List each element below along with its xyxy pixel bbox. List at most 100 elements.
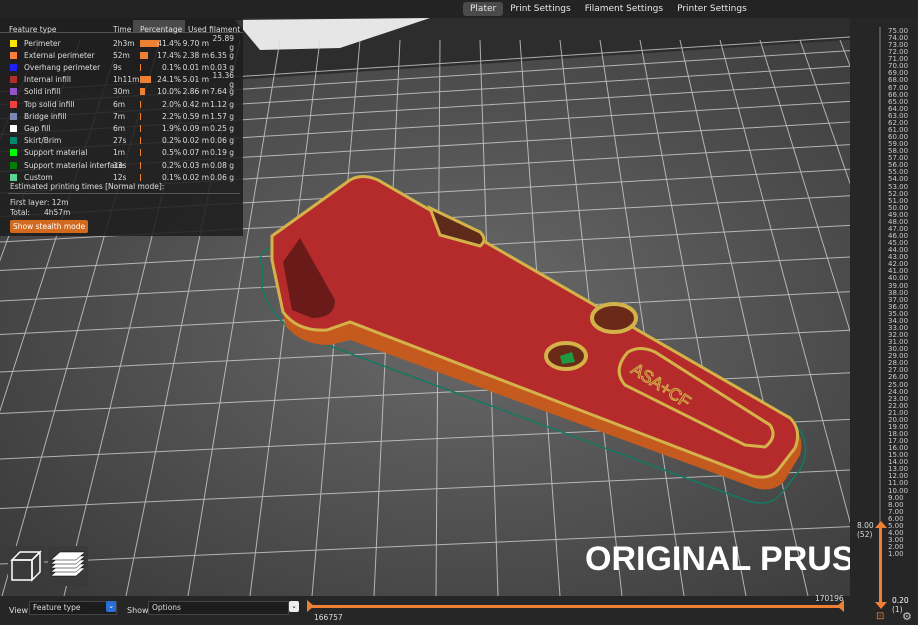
settings-gear-icon[interactable]: ⚙ <box>902 610 912 623</box>
legend-row[interactable]: Bridge infill 7m 2.2% 0.59 m 1.57 g <box>0 110 243 122</box>
filament-meters: 0.01 m <box>182 62 209 72</box>
tab-printer-settings[interactable]: Printer Settings <box>670 2 754 16</box>
filament-grams: 0.08 g <box>210 160 234 170</box>
feature-percentage: 0.2% <box>161 136 181 146</box>
color-swatch <box>10 112 17 120</box>
feature-percentage: 0.1% <box>161 62 181 72</box>
feature-time: 1h11m <box>113 75 140 85</box>
feature-time: 2h3m <box>113 38 135 48</box>
legend-row[interactable]: Solid infill 30m 10.0% 2.86 m 7.64 g <box>0 86 243 98</box>
horizontal-slider[interactable] <box>310 605 843 608</box>
feature-label: Support material interface <box>24 160 124 170</box>
filament-meters: 0.02 m <box>182 136 209 146</box>
screw-hole-right <box>590 302 638 334</box>
feature-label: Top solid infill <box>24 99 75 109</box>
view-label: View <box>9 606 28 615</box>
feature-time: 1m <box>113 148 126 158</box>
feature-time: 6m <box>113 99 126 109</box>
feature-label: Overhang perimeter <box>24 62 101 72</box>
feature-time: 12s <box>113 172 127 182</box>
feature-percentage: 0.1% <box>161 172 181 182</box>
feature-label: Support material <box>24 148 88 158</box>
bed-logo-text: ORIGINAL PRUS <box>585 540 850 578</box>
show-options-select[interactable]: Options <box>148 601 289 615</box>
vertical-slider-track[interactable] <box>879 27 881 605</box>
feature-time: 7m <box>113 111 126 121</box>
legend-row[interactable]: Support material 1m 0.5% 0.07 m 0.19 g <box>0 147 243 159</box>
show-dropdown-chevron-icon[interactable]: ⌄ <box>289 601 299 612</box>
color-swatch <box>10 39 17 47</box>
feature-percentage: 2.2% <box>161 111 181 121</box>
tab-plater[interactable]: Plater <box>463 2 504 16</box>
percentage-bar <box>140 112 141 120</box>
vertical-slider-range <box>879 526 882 604</box>
percentage-bar <box>140 124 141 132</box>
view-dropdown-chevron-icon[interactable]: ⌄ <box>106 601 116 612</box>
percentage-bar <box>140 173 141 181</box>
lock-icon[interactable]: ⊡ <box>876 611 884 622</box>
feature-time: 52m <box>113 50 130 60</box>
legend-row[interactable]: Internal infill 1h11m 24.1% 5.01 m 13.36 g <box>0 71 243 89</box>
legend-row[interactable]: Skirt/Brim 27s 0.2% 0.02 m 0.06 g <box>0 135 243 147</box>
estimated-times-label: Estimated printing times [Normal mode]: <box>10 182 165 191</box>
filament-grams: 1.57 g <box>210 111 234 121</box>
feature-label: Internal infill <box>24 75 72 85</box>
filament-grams: 0.25 g <box>210 123 234 133</box>
feature-time: 33s <box>113 160 127 170</box>
show-stealth-mode-button[interactable]: Show stealth mode <box>10 220 89 233</box>
filament-meters: 0.09 m <box>182 123 209 133</box>
upper-layer-number: (52) <box>857 530 873 539</box>
vertical-slider-lower-handle[interactable] <box>875 602 887 609</box>
feature-percentage: 10.0% <box>157 87 181 97</box>
view-select[interactable]: Feature type <box>29 601 117 615</box>
header-feature-type: Feature type <box>9 25 57 34</box>
legend-row[interactable]: Gap fill 6m 1.9% 0.09 m 0.25 g <box>0 122 243 134</box>
color-swatch <box>10 51 17 59</box>
filament-grams: 0.19 g <box>210 148 234 158</box>
filament-meters: 9.70 m <box>182 38 209 48</box>
legend-row[interactable]: Support material interface 33s 0.2% 0.03 m0… <box>0 159 243 171</box>
filament-grams: 6.35 g <box>210 50 234 60</box>
percentage-bar <box>140 161 141 169</box>
filament-grams: 1.12 g <box>210 99 234 109</box>
horizontal-right-value: 170196 <box>815 594 844 603</box>
color-swatch <box>10 88 17 96</box>
legend-row[interactable]: Perimeter 2h3m 41.4% 9.70 m 25.89 g <box>0 34 243 52</box>
top-bar: Plater Print Settings Filament Settings … <box>0 0 918 18</box>
tab-print-settings[interactable]: Print Settings <box>503 2 577 16</box>
legend-row[interactable]: Overhang perimeter 9s 0.1% 0.01 m 0.03 g <box>0 61 243 73</box>
percentage-bar <box>140 63 141 71</box>
legend-row[interactable]: External perimeter 52m 17.4% 2.38 m 6.35 g <box>0 49 243 61</box>
horizontal-slider-left-handle[interactable] <box>307 600 314 612</box>
layers-view-icon[interactable] <box>48 546 88 590</box>
filament-meters: 0.59 m <box>182 111 209 121</box>
feature-time: 27s <box>113 136 127 146</box>
feature-label: Gap fill <box>24 123 51 133</box>
legend-row[interactable]: Top solid infill 6m 2.0% 0.42 m 1.12 g <box>0 98 243 110</box>
total-label: Total: <box>10 208 31 217</box>
feature-time: 6m <box>113 123 126 133</box>
upper-layer-value: 8.00 <box>857 521 874 530</box>
percentage-bar <box>140 88 145 96</box>
feature-time: 9s <box>113 62 122 72</box>
percentage-bar <box>140 149 141 157</box>
feature-percentage: 0.5% <box>161 148 181 158</box>
vertical-slider-upper-handle[interactable] <box>875 521 887 528</box>
color-swatch <box>10 149 17 157</box>
feature-percentage: 0.2% <box>161 160 181 170</box>
header-used-filament: Used filament <box>188 25 241 34</box>
legend-header: Feature type Time Percentage Used filame… <box>0 18 243 34</box>
feature-label: Solid infill <box>24 87 61 97</box>
filament-meters: 2.86 m <box>182 87 209 97</box>
filament-meters: 2.38 m <box>182 50 209 60</box>
color-swatch <box>10 100 17 108</box>
color-swatch <box>10 63 17 71</box>
feature-label: Custom <box>24 172 53 182</box>
color-swatch <box>10 173 17 181</box>
header-percentage: Percentage <box>140 25 183 34</box>
filament-meters: 0.03 m <box>182 160 209 170</box>
tab-filament-settings[interactable]: Filament Settings <box>578 2 670 16</box>
filament-grams: 7.64 g <box>210 87 234 97</box>
3d-view-cube-icon[interactable] <box>8 546 44 590</box>
color-swatch <box>10 137 17 145</box>
